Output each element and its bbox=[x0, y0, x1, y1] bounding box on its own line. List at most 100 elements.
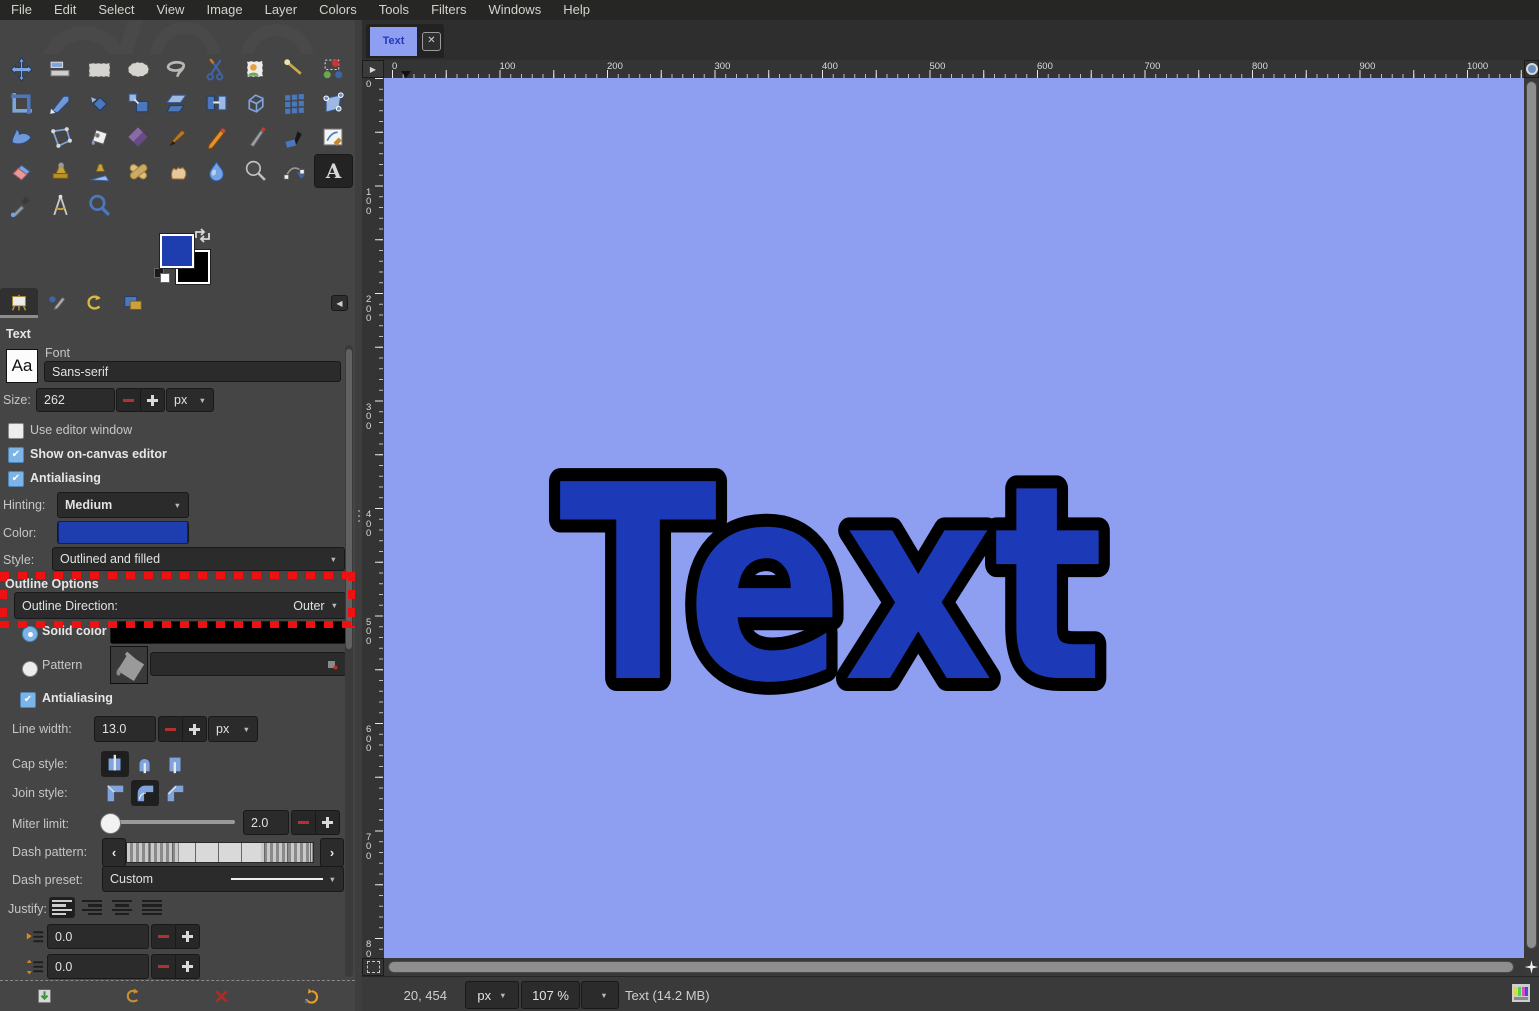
scale-tool-button[interactable] bbox=[119, 86, 158, 120]
select-by-color-tool-button[interactable] bbox=[314, 52, 353, 86]
ellipse-select-tool-button[interactable] bbox=[119, 52, 158, 86]
cap-butt-button[interactable] bbox=[101, 751, 129, 777]
zoom-select[interactable] bbox=[581, 981, 619, 1009]
indent-field[interactable]: 0.0 bbox=[47, 924, 149, 949]
size-stepper[interactable] bbox=[116, 388, 165, 412]
clone-tool-button[interactable] bbox=[41, 154, 80, 188]
heal-tool-button[interactable] bbox=[119, 154, 158, 188]
default-colors-icon[interactable] bbox=[154, 268, 170, 282]
horizontal-ruler[interactable]: 01002003004005006007008009001000 bbox=[384, 60, 1524, 78]
shear-tool-button[interactable] bbox=[158, 86, 197, 120]
dash-pattern-right-button[interactable]: › bbox=[320, 838, 344, 867]
panel-menu-button[interactable]: ◀ bbox=[331, 295, 348, 311]
quick-mask-button[interactable] bbox=[362, 958, 384, 976]
minus-icon[interactable] bbox=[291, 810, 315, 835]
plus-icon[interactable] bbox=[175, 924, 200, 949]
line-width-stepper[interactable] bbox=[158, 716, 207, 742]
justify-fill-button[interactable] bbox=[139, 897, 165, 918]
blur-tool-button[interactable] bbox=[197, 154, 236, 188]
restore-preset-button[interactable] bbox=[121, 984, 145, 1008]
paintbrush-tool-button[interactable] bbox=[158, 120, 197, 154]
pattern-preview-button[interactable] bbox=[110, 646, 148, 684]
ink-tool-button[interactable] bbox=[275, 120, 314, 154]
miter-limit-slider-knob[interactable] bbox=[100, 813, 121, 834]
indent-stepper[interactable] bbox=[151, 924, 200, 949]
vertical-ruler[interactable]: 0100200300400500600700800 bbox=[362, 78, 384, 958]
menu-help[interactable]: Help bbox=[552, 0, 601, 20]
outline-direction-select[interactable]: Outline Direction: Outer bbox=[14, 592, 346, 619]
join-bevel-button[interactable] bbox=[161, 780, 189, 806]
dock-tab-undo-history[interactable] bbox=[76, 288, 114, 318]
pattern-radio[interactable] bbox=[22, 661, 38, 677]
font-preview-box[interactable]: Aa bbox=[6, 349, 38, 383]
fuzzy-select-tool-button[interactable] bbox=[275, 52, 314, 86]
mypaint-brush-tool-button[interactable] bbox=[314, 120, 353, 154]
airbrush-tool-button[interactable] bbox=[236, 120, 275, 154]
ruler-menu-button[interactable]: ▶ bbox=[362, 60, 384, 78]
crop-tool-button[interactable] bbox=[2, 86, 41, 120]
foreground-select-tool-button[interactable] bbox=[236, 52, 275, 86]
vertical-scrollbar-thumb[interactable] bbox=[1526, 81, 1537, 949]
zoom-follow-window-button[interactable] bbox=[1524, 60, 1539, 78]
eraser-tool-button[interactable] bbox=[2, 154, 41, 188]
on-canvas-editor-checkbox[interactable] bbox=[8, 447, 24, 463]
antialiasing-checkbox[interactable] bbox=[8, 471, 24, 487]
justify-center-button[interactable] bbox=[109, 897, 135, 918]
menu-windows[interactable]: Windows bbox=[477, 0, 552, 20]
plus-icon[interactable] bbox=[315, 810, 340, 835]
save-preset-button[interactable] bbox=[32, 984, 56, 1008]
perspective-clone-tool-button[interactable] bbox=[80, 154, 119, 188]
cage-transform-tool-button[interactable] bbox=[41, 120, 80, 154]
rotate-tool-button[interactable] bbox=[80, 86, 119, 120]
horizontal-scrollbar-thumb[interactable] bbox=[388, 961, 1514, 973]
n-point-deformation-tool-button[interactable] bbox=[275, 86, 314, 120]
3d-transform-tool-button[interactable] bbox=[236, 86, 275, 120]
minus-icon[interactable] bbox=[158, 716, 182, 742]
plus-icon[interactable] bbox=[140, 388, 165, 412]
line-spacing-field[interactable]: 0.0 bbox=[47, 954, 149, 979]
image-tab[interactable]: Text ✕ bbox=[366, 24, 444, 58]
gradient-tool-button[interactable] bbox=[119, 120, 158, 154]
menu-filters[interactable]: Filters bbox=[420, 0, 477, 20]
cap-round-button[interactable] bbox=[131, 751, 159, 777]
zoom-tool-button[interactable] bbox=[80, 188, 119, 222]
menu-select[interactable]: Select bbox=[87, 0, 145, 20]
justify-right-button[interactable] bbox=[79, 897, 105, 918]
dodge-burn-tool-button[interactable] bbox=[236, 154, 275, 188]
paths-tool-button[interactable] bbox=[275, 154, 314, 188]
color-picker-tool-button[interactable] bbox=[2, 188, 41, 222]
free-select-tool-button[interactable] bbox=[158, 52, 197, 86]
pattern-field[interactable] bbox=[150, 652, 346, 676]
miter-limit-stepper[interactable] bbox=[291, 810, 340, 835]
size-field[interactable]: 262 bbox=[36, 388, 115, 412]
swap-colors-icon[interactable] bbox=[194, 228, 211, 243]
plus-icon[interactable] bbox=[182, 716, 207, 742]
vertical-scrollbar[interactable] bbox=[1524, 78, 1539, 958]
menu-file[interactable]: File bbox=[0, 0, 43, 20]
join-miter-button[interactable] bbox=[101, 780, 129, 806]
canvas[interactable]: Text bbox=[384, 78, 1524, 958]
join-round-button[interactable] bbox=[131, 780, 159, 806]
unit-select[interactable]: px bbox=[465, 981, 519, 1009]
pencil-tool-button[interactable] bbox=[197, 120, 236, 154]
align-tool-button[interactable] bbox=[41, 52, 80, 86]
bucket-fill-tool-button[interactable] bbox=[80, 120, 119, 154]
menu-image[interactable]: Image bbox=[195, 0, 253, 20]
flip-tool-button[interactable] bbox=[197, 86, 236, 120]
measure-tool-button[interactable] bbox=[41, 188, 80, 222]
use-editor-checkbox[interactable] bbox=[8, 423, 24, 439]
smudge-tool-button[interactable] bbox=[158, 154, 197, 188]
warp-tool-button[interactable] bbox=[2, 120, 41, 154]
dash-pattern-strip[interactable] bbox=[126, 842, 314, 863]
solid-color-radio[interactable] bbox=[22, 626, 38, 642]
minus-icon[interactable] bbox=[116, 388, 140, 412]
color-profile-icon[interactable] bbox=[1511, 983, 1531, 1003]
font-name-field[interactable]: Sans-serif bbox=[44, 361, 341, 382]
menu-layer[interactable]: Layer bbox=[254, 0, 309, 20]
miter-limit-field[interactable]: 2.0 bbox=[243, 810, 289, 835]
miter-limit-slider[interactable] bbox=[104, 820, 235, 824]
unified-transform-tool-button[interactable] bbox=[41, 86, 80, 120]
dash-preset-select[interactable]: Custom bbox=[102, 866, 344, 892]
text-color-button[interactable] bbox=[57, 521, 189, 544]
navigation-button[interactable] bbox=[1524, 958, 1539, 976]
